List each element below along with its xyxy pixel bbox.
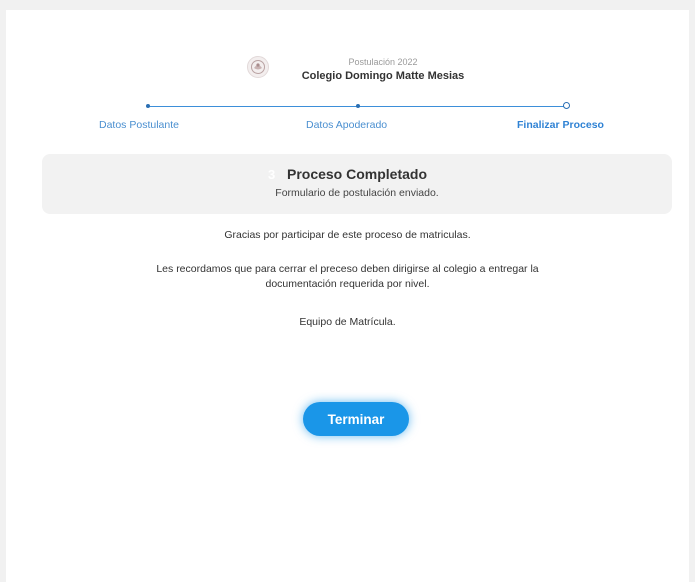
step-marker-datos-apoderado (356, 104, 360, 108)
progress-stepper: Datos Postulante Datos Apoderado Finaliz… (6, 102, 689, 132)
step-marker-datos-postulante (146, 104, 150, 108)
signature-message: Equipo de Matrícula. (299, 316, 396, 328)
reminder-message-line-1: Les recordamos que para cerrar el preces… (156, 263, 539, 275)
step-label-datos-apoderado: Datos Apoderado (306, 119, 388, 131)
school-name: Colegio Domingo Matte Mesias (301, 70, 465, 82)
step-label-finalizar-proceso: Finalizar Proceso (517, 119, 604, 131)
status-subtitle: Formulario de postulación enviado. (275, 187, 439, 199)
thanks-message: Gracias por participar de este proceso d… (224, 229, 471, 241)
step-label-datos-postulante: Datos Postulante (99, 119, 179, 131)
step-connector-2 (358, 106, 566, 107)
school-logo-icon (247, 56, 269, 78)
step-connector-1 (148, 106, 358, 107)
status-title: Proceso Completado (286, 166, 428, 182)
step-marker-finalizar-proceso (563, 102, 570, 109)
application-card: Postulación 2022 Colegio Domingo Matte M… (6, 10, 689, 582)
finish-button[interactable]: Terminar (303, 402, 409, 436)
school-header: Postulación 2022 Colegio Domingo Matte M… (6, 56, 689, 96)
application-year: Postulación 2022 (348, 57, 418, 67)
completion-status-box: 3 Proceso Completado Formulario de postu… (42, 154, 672, 214)
reminder-message-line-2: documentación requerida por nivel. (265, 278, 430, 290)
